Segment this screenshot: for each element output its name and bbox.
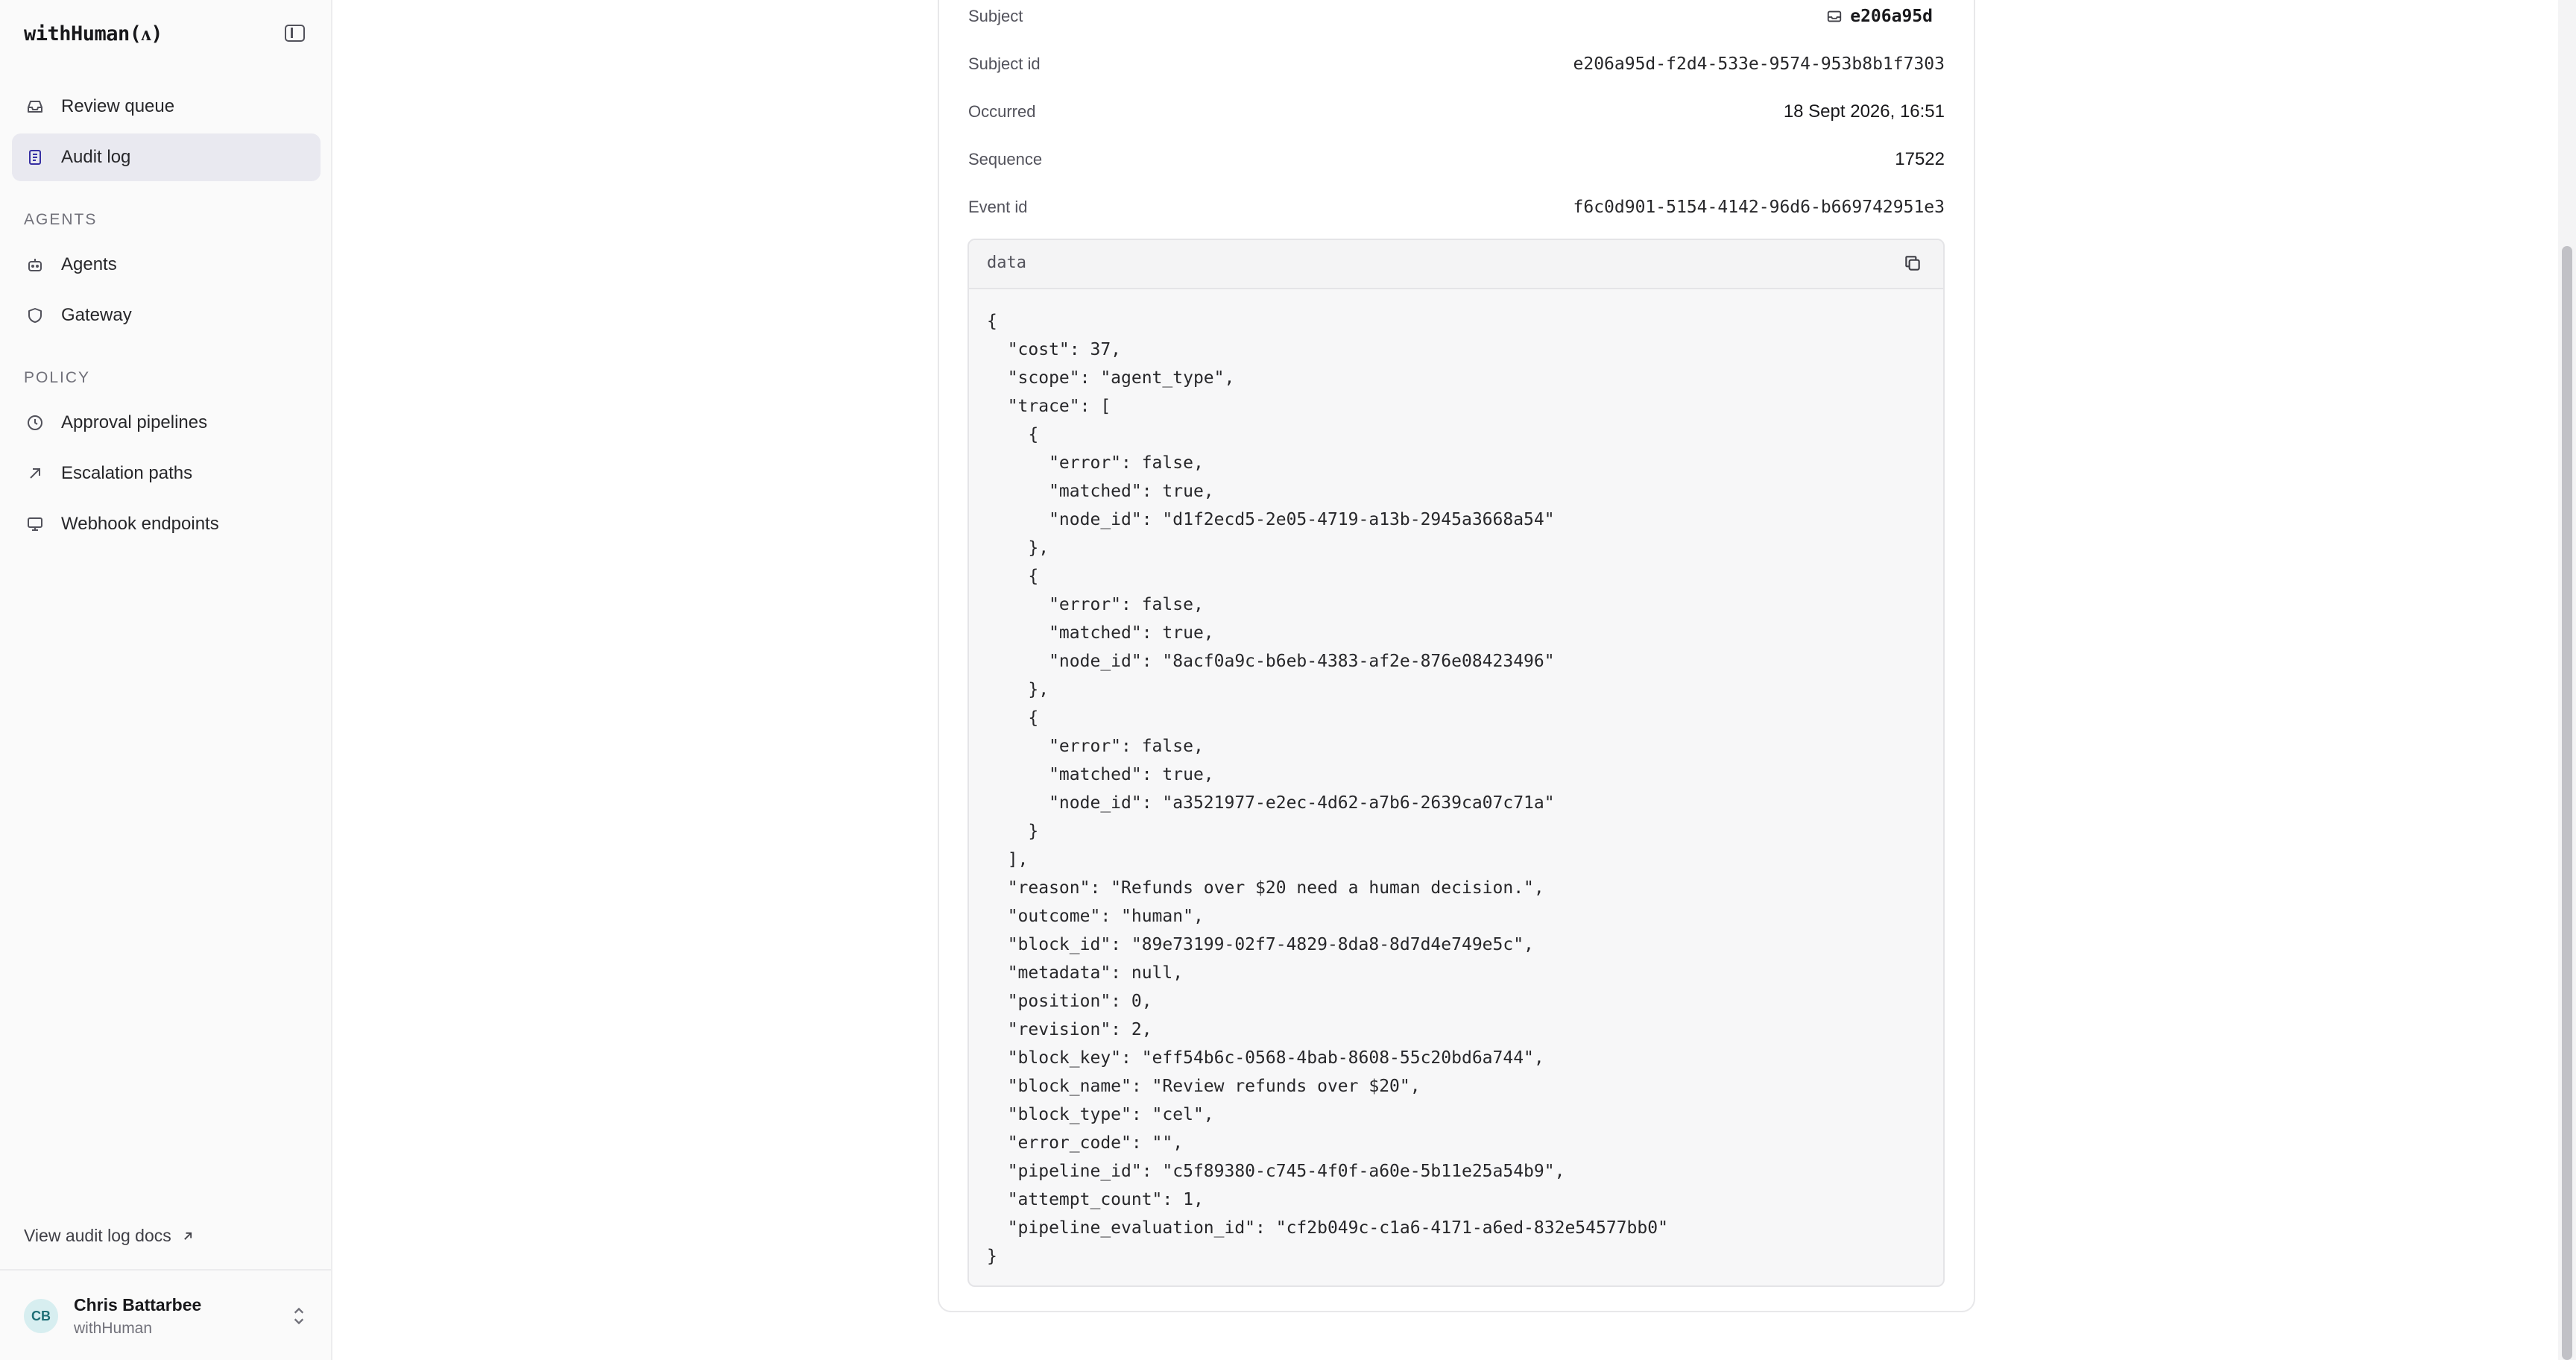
sidebar-item-label: Webhook endpoints bbox=[61, 514, 219, 534]
shield-icon bbox=[24, 304, 46, 327]
document-icon bbox=[24, 146, 46, 169]
field-key: Sequence bbox=[968, 150, 1043, 169]
data-json-code[interactable]: { "cost": 37, "scope": "agent_type", "tr… bbox=[969, 289, 1943, 1285]
monitor-icon bbox=[24, 513, 46, 535]
field-value: 17522 bbox=[1895, 149, 1945, 169]
user-name: Chris Battarbee bbox=[74, 1295, 202, 1315]
field-key: Occurred bbox=[968, 102, 1036, 121]
sidebar-item-agents[interactable]: Agents bbox=[12, 241, 321, 289]
field-key: Event id bbox=[968, 198, 1028, 216]
field-value: 18 Sept 2026, 16:51 bbox=[1783, 101, 1945, 122]
sidebar-item-label: Agents bbox=[61, 254, 117, 274]
brand-logo[interactable]: withHuman(ᴧ) bbox=[24, 22, 162, 45]
field-row-sequence: Sequence 17522 bbox=[968, 145, 1945, 174]
section-label-agents: AGENTS bbox=[24, 211, 98, 228]
external-link-icon bbox=[183, 1232, 192, 1240]
sidebar-item-label: Escalation paths bbox=[61, 463, 193, 483]
sidebar-item-audit-log[interactable]: Audit log bbox=[12, 133, 321, 181]
sidebar-item-label: Gateway bbox=[61, 305, 132, 325]
sidebar-toggle-icon[interactable] bbox=[285, 25, 305, 42]
subject-link[interactable]: e206a95d bbox=[1826, 7, 1945, 26]
sidebar-item-label: Approval pipelines bbox=[61, 412, 208, 432]
inbox-icon bbox=[24, 95, 46, 118]
mail-icon bbox=[1828, 10, 1842, 22]
arrow-up-right-icon bbox=[24, 462, 46, 485]
clock-icon bbox=[24, 412, 46, 434]
audit-log-docs-link[interactable]: View audit log docs bbox=[24, 1226, 195, 1246]
sidebar-item-label: Audit log bbox=[61, 147, 131, 167]
page-scrollbar[interactable] bbox=[2558, 0, 2576, 1360]
sidebar-item-gateway[interactable]: Gateway bbox=[12, 292, 321, 339]
field-key: Subject bbox=[968, 7, 1023, 25]
field-row-occurred: Occurred 18 Sept 2026, 16:51 bbox=[968, 97, 1945, 127]
field-value: e206a95d-f2d4-533e-9574-953b8b1f7303 bbox=[1573, 54, 1945, 74]
sidebar-item-review-queue[interactable]: Review queue bbox=[12, 83, 321, 130]
chevron-up-down-icon bbox=[294, 1307, 304, 1325]
data-panel-header: data bbox=[969, 240, 1943, 289]
sidebar: withHuman(ᴧ) Review queue Audit log AGEN… bbox=[0, 0, 332, 1360]
field-row-event-id: Event id f6c0d901-5154-4142-96d6-b669742… bbox=[968, 192, 1945, 222]
sidebar-item-label: Review queue bbox=[61, 96, 175, 116]
bot-icon bbox=[24, 254, 46, 276]
scrollbar-thumb[interactable] bbox=[2562, 246, 2572, 1360]
user-menu[interactable]: CB Chris Battarbee withHuman bbox=[0, 1269, 331, 1360]
field-key: Subject id bbox=[968, 54, 1041, 73]
docs-link-label: View audit log docs bbox=[24, 1226, 171, 1245]
sidebar-item-escalation-paths[interactable]: Escalation paths bbox=[12, 450, 321, 497]
data-panel-title: data bbox=[987, 254, 1026, 272]
field-value: e206a95d bbox=[1850, 7, 1933, 26]
section-label-policy: POLICY bbox=[24, 369, 91, 386]
copy-icon[interactable] bbox=[1903, 254, 1924, 274]
sidebar-item-webhook-endpoints[interactable]: Webhook endpoints bbox=[12, 500, 321, 548]
field-value: f6c0d901-5154-4142-96d6-b669742951e3 bbox=[1573, 198, 1945, 217]
avatar: CB bbox=[24, 1299, 58, 1333]
field-row-subject-id: Subject id e206a95d-f2d4-533e-9574-953b8… bbox=[968, 49, 1945, 79]
data-json-panel: data { "cost": 37, "scope": "agent_type"… bbox=[967, 239, 1945, 1287]
user-org: withHuman bbox=[74, 1320, 153, 1337]
field-row-subject: Subject e206a95d bbox=[968, 1, 1945, 31]
sidebar-item-approval-pipelines[interactable]: Approval pipelines bbox=[12, 399, 321, 447]
